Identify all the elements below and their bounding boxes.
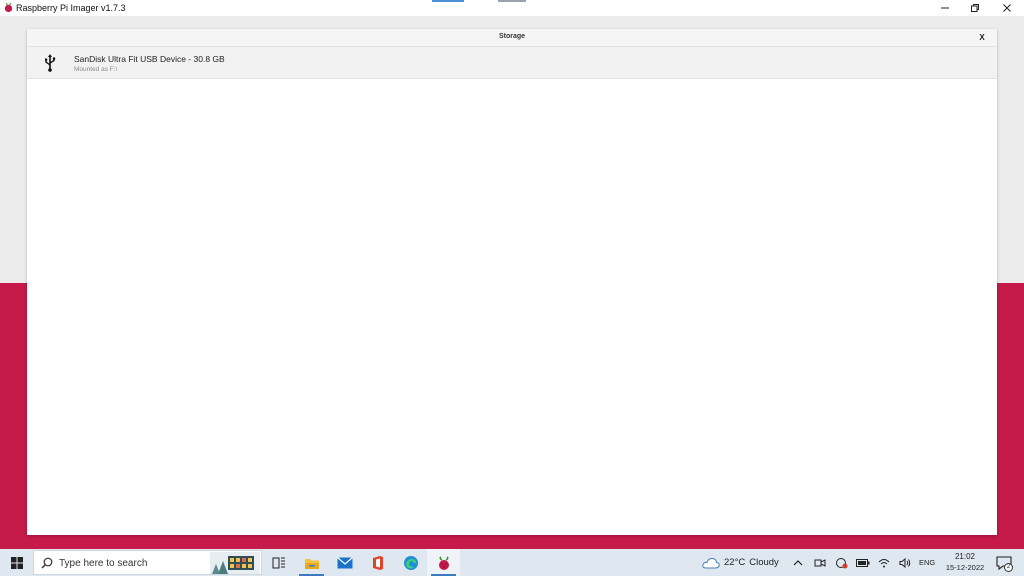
restore-icon bbox=[971, 4, 979, 12]
tray-wifi[interactable] bbox=[877, 556, 891, 569]
search-placeholder: Type here to search bbox=[59, 558, 148, 569]
battery-icon bbox=[856, 558, 870, 567]
folder-icon bbox=[304, 558, 319, 569]
tray-security[interactable] bbox=[834, 556, 848, 569]
device-mount-point: Mounted as F:\ bbox=[74, 66, 118, 73]
tray-battery[interactable] bbox=[856, 556, 870, 569]
top-progress-segment bbox=[432, 0, 464, 2]
window-title: Raspberry Pi Imager v1.7.3 bbox=[16, 3, 126, 13]
wifi-icon bbox=[878, 558, 890, 567]
volume-icon bbox=[899, 557, 911, 568]
raspberry-icon bbox=[4, 2, 13, 13]
search-icon bbox=[41, 557, 53, 569]
security-icon bbox=[835, 557, 847, 568]
weather-temperature: 22°C bbox=[724, 557, 746, 568]
taskbar-task-view[interactable] bbox=[262, 549, 295, 576]
dialog-close-button[interactable]: X bbox=[975, 31, 989, 45]
mail-icon bbox=[336, 556, 353, 568]
meet-now-icon bbox=[814, 558, 826, 567]
taskbar-raspberry-pi-imager[interactable] bbox=[427, 549, 460, 576]
tray-meet-now[interactable] bbox=[813, 556, 827, 569]
tray-clock[interactable]: 21:02 15-12-2022 bbox=[942, 551, 988, 573]
taskbar-file-explorer[interactable] bbox=[295, 549, 328, 576]
minimize-button[interactable] bbox=[930, 0, 960, 16]
device-name: SanDisk Ultra Fit USB Device - 30.8 GB bbox=[74, 54, 225, 64]
weather-widget[interactable]: 22°C Cloudy bbox=[702, 549, 779, 576]
start-button[interactable] bbox=[0, 549, 33, 576]
raspberry-icon bbox=[438, 555, 449, 570]
taskbar-edge[interactable] bbox=[394, 549, 427, 576]
chevron-up-icon bbox=[793, 559, 803, 565]
taskbar-mail[interactable] bbox=[328, 549, 361, 576]
window-title-bar: Raspberry Pi Imager v1.7.3 bbox=[0, 0, 1024, 16]
restore-button[interactable] bbox=[960, 0, 990, 16]
notification-count-badge: 2 bbox=[1004, 563, 1013, 572]
office-icon bbox=[372, 555, 383, 570]
taskbar: Type here to search 22°C Cloudy ENG 21:0… bbox=[0, 549, 1024, 576]
search-highlight-image bbox=[210, 552, 260, 574]
taskbar-search-box[interactable]: Type here to search bbox=[33, 550, 262, 575]
device-list: SanDisk Ultra Fit USB Device - 30.8 GB M… bbox=[27, 47, 997, 79]
storage-dialog: Storage X SanDisk Ultra Fit USB Device -… bbox=[27, 29, 997, 535]
dialog-title: Storage bbox=[498, 33, 526, 40]
tray-language[interactable]: ENG bbox=[919, 558, 935, 567]
show-hidden-icons-button[interactable] bbox=[791, 556, 805, 569]
close-icon bbox=[1003, 4, 1011, 12]
usb-icon bbox=[45, 54, 56, 72]
task-view-icon bbox=[272, 557, 285, 568]
tray-volume[interactable] bbox=[898, 556, 912, 569]
clock-time: 21:02 bbox=[954, 552, 976, 561]
weather-condition: Cloudy bbox=[749, 557, 779, 568]
taskbar-office[interactable] bbox=[361, 549, 394, 576]
top-progress-segment bbox=[498, 0, 526, 2]
cloud-icon bbox=[702, 557, 720, 568]
edge-icon bbox=[403, 555, 418, 570]
clock-date: 15-12-2022 bbox=[945, 563, 985, 572]
minimize-icon bbox=[941, 7, 949, 9]
windows-icon bbox=[10, 556, 23, 569]
dialog-header: Storage X bbox=[27, 29, 997, 47]
close-window-button[interactable] bbox=[992, 0, 1022, 16]
device-item[interactable]: SanDisk Ultra Fit USB Device - 30.8 GB M… bbox=[27, 47, 997, 79]
